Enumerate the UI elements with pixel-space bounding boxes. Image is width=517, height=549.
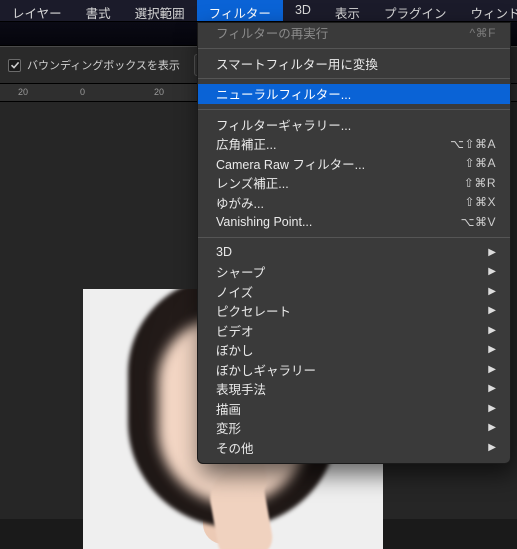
mi-rerun-filter: フィルターの再実行^⌘F [198, 23, 510, 43]
menu-3d[interactable]: 3D [283, 0, 323, 21]
mi-adaptive-wide-angle[interactable]: 広角補正...⌥⇧⌘A [198, 134, 510, 154]
chevron-right-icon: ▶ [488, 286, 496, 297]
mi-neural-filters[interactable]: ニューラルフィルター... [198, 84, 510, 104]
chevron-right-icon: ▶ [488, 325, 496, 336]
menu-layer[interactable]: レイヤー [0, 0, 74, 21]
chevron-right-icon: ▶ [488, 305, 496, 316]
mi-noise-submenu[interactable]: ノイズ▶ [198, 282, 510, 302]
bbox-checkbox[interactable] [8, 59, 21, 72]
mi-distort-submenu[interactable]: 変形▶ [198, 418, 510, 438]
mi-3d-submenu[interactable]: 3D▶ [198, 243, 510, 263]
mi-liquify[interactable]: ゆがみ...⇧⌘X [198, 193, 510, 213]
chevron-right-icon: ▶ [488, 364, 496, 375]
mi-sharpen-submenu[interactable]: シャープ▶ [198, 262, 510, 282]
menu-plugin[interactable]: プラグイン [372, 0, 459, 21]
chevron-right-icon: ▶ [488, 344, 496, 355]
mi-stylize-submenu[interactable]: 描画▶ [198, 399, 510, 419]
mi-render-submenu[interactable]: 表現手法▶ [198, 379, 510, 399]
mi-blur-submenu[interactable]: ぼかし▶ [198, 340, 510, 360]
mi-convert-smart-filter[interactable]: スマートフィルター用に変換 [198, 54, 510, 74]
menu-separator [198, 109, 510, 110]
chevron-right-icon: ▶ [488, 403, 496, 414]
mi-pixelate-submenu[interactable]: ピクセレート▶ [198, 301, 510, 321]
chevron-right-icon: ▶ [488, 247, 496, 258]
menu-view[interactable]: 表示 [323, 0, 372, 21]
chevron-right-icon: ▶ [488, 266, 496, 277]
mi-video-submenu[interactable]: ビデオ▶ [198, 321, 510, 341]
menu-window[interactable]: ウィンドウ [458, 0, 517, 21]
mi-filter-gallery[interactable]: フィルターギャラリー... [198, 115, 510, 135]
menu-separator [198, 48, 510, 49]
menu-separator [198, 237, 510, 238]
filter-dropdown-menu: フィルターの再実行^⌘F スマートフィルター用に変換 ニューラルフィルター...… [197, 22, 511, 464]
chevron-right-icon: ▶ [488, 422, 496, 433]
bbox-label: バウンディングボックスを表示 [27, 57, 180, 73]
menu-select[interactable]: 選択範囲 [123, 0, 197, 21]
chevron-right-icon: ▶ [488, 383, 496, 394]
menu-filter[interactable]: フィルター [197, 0, 283, 21]
mi-vanishing-point[interactable]: Vanishing Point...⌥⌘V [198, 212, 510, 232]
mi-lens-correction[interactable]: レンズ補正...⇧⌘R [198, 173, 510, 193]
mi-other-submenu[interactable]: その他▶ [198, 438, 510, 458]
menu-separator [198, 78, 510, 79]
mi-camera-raw-filter[interactable]: Camera Raw フィルター...⇧⌘A [198, 154, 510, 174]
chevron-right-icon: ▶ [488, 442, 496, 453]
mi-blur-gallery-submenu[interactable]: ぼかしギャラリー▶ [198, 360, 510, 380]
menu-type[interactable]: 書式 [74, 0, 123, 21]
app-menubar: レイヤー 書式 選択範囲 フィルター 3D 表示 プラグイン ウィンドウ [0, 0, 517, 22]
